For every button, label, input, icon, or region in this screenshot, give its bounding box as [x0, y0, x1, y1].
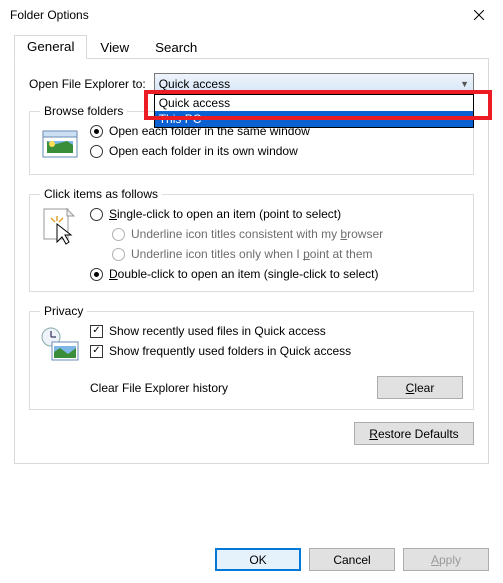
privacy-group: Privacy Show recently used files in Quic… — [29, 304, 474, 410]
cursor-click-icon — [40, 207, 80, 247]
click-items-legend: Click items as follows — [40, 187, 162, 201]
click-items-group: Click items as follows Single-click to o… — [29, 187, 474, 292]
combo-option-this-pc[interactable]: This PC — [155, 111, 473, 127]
tab-view[interactable]: View — [87, 35, 142, 59]
radio-icon — [90, 268, 103, 281]
ok-button[interactable]: OK — [215, 548, 301, 571]
privacy-icon — [40, 324, 80, 364]
open-explorer-combo[interactable]: Quick access ▼ Quick access This PC — [154, 73, 474, 94]
cancel-button[interactable]: Cancel — [309, 548, 395, 571]
close-icon — [474, 10, 484, 20]
radio-icon — [90, 145, 103, 158]
tab-general[interactable]: General — [14, 35, 87, 59]
folder-window-icon — [40, 124, 80, 164]
close-button[interactable] — [456, 0, 501, 30]
radio-own-window[interactable]: Open each folder in its own window — [90, 144, 463, 158]
chevron-down-icon: ▼ — [460, 79, 469, 89]
tab-search[interactable]: Search — [142, 35, 210, 59]
dialog-buttons: OK Cancel Apply — [215, 548, 489, 571]
tab-strip: General View Search — [14, 34, 489, 59]
radio-underline-point: Underline icon titles only when I point … — [112, 247, 463, 261]
tab-pane-general: Open File Explorer to: Quick access ▼ Qu… — [14, 59, 489, 464]
open-explorer-label: Open File Explorer to: — [29, 77, 146, 91]
clear-history-label: Clear File Explorer history — [90, 381, 228, 395]
radio-icon — [90, 125, 103, 138]
radio-icon — [112, 248, 125, 261]
check-frequent-folders[interactable]: Show frequently used folders in Quick ac… — [90, 344, 463, 358]
combo-selected: Quick access — [159, 77, 230, 91]
apply-button[interactable]: Apply — [403, 548, 489, 571]
radio-underline-browser: Underline icon titles consistent with my… — [112, 227, 463, 241]
browse-folders-legend: Browse folders — [40, 104, 127, 118]
radio-double-click[interactable]: Double-click to open an item (single-cli… — [90, 267, 463, 281]
clear-button[interactable]: Clear — [377, 376, 463, 399]
combo-option-quick-access[interactable]: Quick access — [155, 95, 473, 111]
window-title: Folder Options — [10, 8, 89, 22]
radio-icon — [112, 228, 125, 241]
combo-dropdown: Quick access This PC — [154, 94, 474, 128]
restore-defaults-button[interactable]: Restore Defaults — [354, 422, 474, 445]
check-recent-files[interactable]: Show recently used files in Quick access — [90, 324, 463, 338]
radio-single-click[interactable]: Single-click to open an item (point to s… — [90, 207, 463, 221]
checkbox-icon — [90, 345, 103, 358]
privacy-legend: Privacy — [40, 304, 87, 318]
radio-icon — [90, 208, 103, 221]
title-bar: Folder Options — [0, 0, 503, 30]
checkbox-icon — [90, 325, 103, 338]
